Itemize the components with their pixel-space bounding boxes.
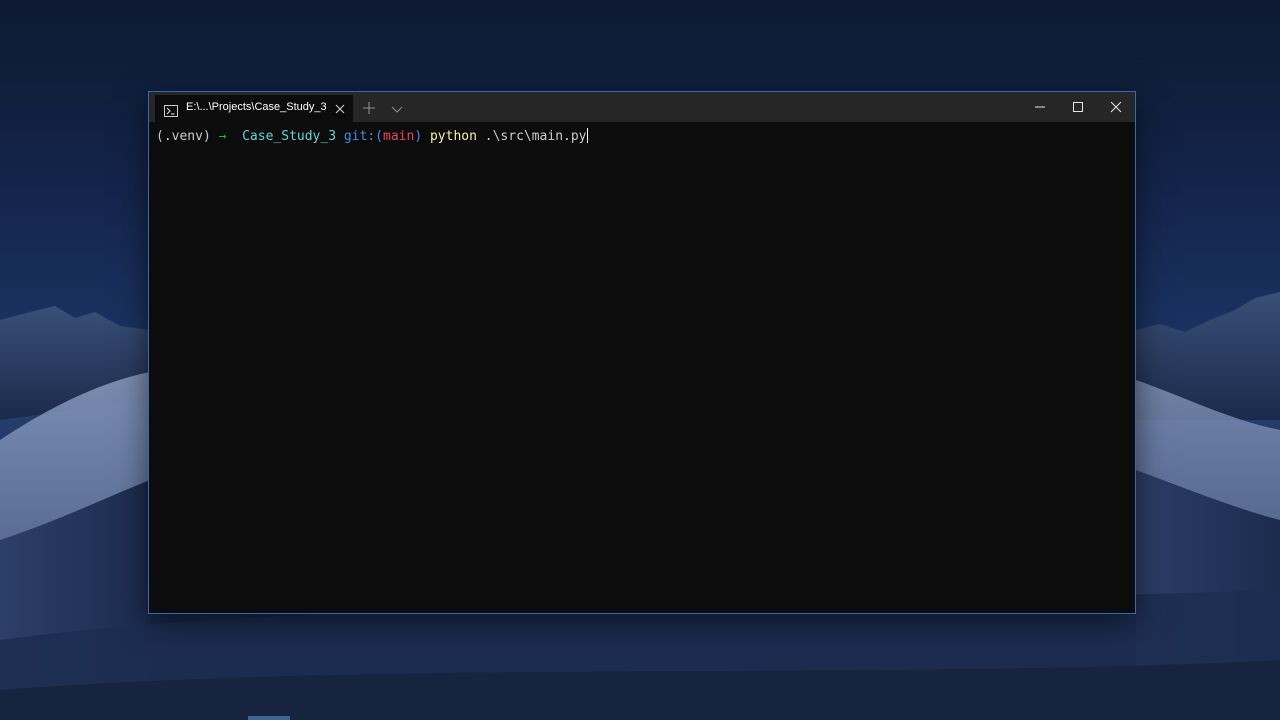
terminal-output[interactable]: (.venv) → Case_Study_3 git:(main) python…	[149, 122, 1135, 613]
minimize-icon	[1035, 106, 1045, 108]
current-directory: Case_Study_3	[242, 129, 337, 144]
git-prefix: git:(	[343, 129, 383, 144]
close-icon	[1110, 101, 1122, 113]
text-cursor	[586, 128, 588, 143]
prompt-arrow: →	[218, 129, 227, 144]
tab-active[interactable]: E:\...\Projects\Case_Study_3	[155, 95, 353, 122]
close-tab-icon[interactable]	[333, 101, 347, 115]
maximize-icon	[1073, 102, 1083, 112]
git-branch: main	[383, 129, 415, 144]
taskbar-indicator	[248, 716, 290, 720]
git-suffix: )	[414, 129, 423, 144]
command-line[interactable]: (.venv) → Case_Study_3 git:(main) python…	[156, 128, 588, 145]
tab-title: E:\...\Projects\Case_Study_3	[186, 101, 327, 113]
minimize-button[interactable]	[1021, 92, 1059, 122]
command-args: .\src\main.py	[484, 129, 587, 144]
title-bar[interactable]: E:\...\Projects\Case_Study_3	[149, 92, 1135, 122]
command-name: python	[429, 129, 477, 144]
venv-indicator: (.venv)	[156, 129, 211, 144]
new-tab-icon[interactable]	[362, 100, 376, 114]
chevron-down-icon[interactable]	[390, 101, 404, 113]
powershell-icon	[164, 102, 178, 117]
maximize-button[interactable]	[1059, 92, 1097, 122]
terminal-window[interactable]: E:\...\Projects\Case_Study_3 (.venv) → C…	[148, 91, 1136, 614]
close-window-button[interactable]	[1097, 92, 1135, 122]
